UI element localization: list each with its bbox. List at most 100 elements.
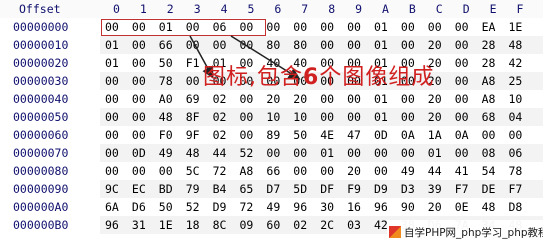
hex-byte[interactable]: 00	[105, 72, 119, 90]
hex-byte[interactable]: 00	[132, 108, 146, 126]
hex-byte[interactable]: 48	[509, 36, 523, 54]
hex-byte[interactable]: 28	[482, 54, 496, 72]
hex-byte[interactable]: 72	[213, 162, 227, 180]
hex-byte[interactable]: 00	[266, 144, 280, 162]
hex-byte[interactable]: 80	[266, 36, 280, 54]
hex-byte[interactable]: 96	[293, 198, 307, 216]
hex-byte[interactable]: 00	[455, 18, 469, 36]
hex-byte[interactable]: 20	[347, 162, 361, 180]
hex-byte[interactable]: 01	[374, 18, 388, 36]
hex-byte[interactable]: EA	[482, 18, 496, 36]
hex-byte[interactable]: 00	[132, 72, 146, 90]
hex-byte[interactable]: 48	[159, 108, 173, 126]
hex-byte[interactable]: 90	[401, 198, 415, 216]
hex-byte[interactable]: 10	[266, 108, 280, 126]
hex-byte[interactable]: DE	[482, 180, 496, 198]
hex-byte[interactable]: 49	[401, 162, 415, 180]
hex-byte[interactable]: 01	[374, 36, 388, 54]
hex-byte[interactable]: 00	[105, 126, 119, 144]
hex-byte[interactable]: D8	[509, 198, 523, 216]
hex-byte[interactable]: 00	[132, 54, 146, 72]
hex-byte[interactable]: 96	[374, 198, 388, 216]
hex-byte[interactable]: 01	[320, 144, 334, 162]
hex-byte[interactable]: 00	[293, 162, 307, 180]
hex-byte[interactable]: F9	[347, 180, 361, 198]
hex-byte[interactable]: D9	[374, 180, 388, 198]
hex-byte[interactable]: 00	[240, 126, 254, 144]
hex-byte[interactable]: 66	[159, 36, 173, 54]
hex-byte[interactable]: 8C	[213, 216, 227, 234]
hex-byte[interactable]: 72	[240, 198, 254, 216]
hex-byte[interactable]: 78	[509, 162, 523, 180]
hex-byte[interactable]: 41	[455, 162, 469, 180]
hex-byte[interactable]: 00	[320, 108, 334, 126]
hex-byte[interactable]: 0D	[132, 144, 146, 162]
hex-byte[interactable]: 0D	[374, 126, 388, 144]
hex-byte[interactable]: 00	[428, 18, 442, 36]
hex-byte[interactable]: 5C	[186, 162, 200, 180]
hex-byte[interactable]: 39	[428, 180, 442, 198]
hex-byte[interactable]: 00	[132, 126, 146, 144]
hex-byte[interactable]: 00	[240, 36, 254, 54]
hex-byte[interactable]: 65	[240, 180, 254, 198]
hex-byte[interactable]: 25	[509, 72, 523, 90]
hex-byte[interactable]: 04	[509, 108, 523, 126]
hex-byte[interactable]: 00	[509, 126, 523, 144]
hex-byte[interactable]: 28	[482, 36, 496, 54]
hex-byte[interactable]: 0E	[455, 198, 469, 216]
hex-byte[interactable]: B4	[213, 180, 227, 198]
hex-byte[interactable]: 60	[266, 216, 280, 234]
hex-byte[interactable]: 96	[105, 216, 119, 234]
hex-byte[interactable]: 1E	[159, 216, 173, 234]
hex-byte[interactable]: F1	[186, 54, 200, 72]
hex-byte[interactable]: 00	[132, 36, 146, 54]
hex-byte[interactable]: 69	[186, 90, 200, 108]
hex-byte[interactable]: 50	[159, 54, 173, 72]
hex-byte[interactable]: 00	[186, 36, 200, 54]
hex-byte[interactable]: 02	[293, 216, 307, 234]
hex-byte[interactable]: 66	[266, 162, 280, 180]
hex-byte[interactable]: 4E	[320, 126, 334, 144]
hex-byte[interactable]: 00	[293, 144, 307, 162]
hex-byte[interactable]: 00	[213, 36, 227, 54]
hex-byte[interactable]: 00	[132, 162, 146, 180]
hex-byte[interactable]: 06	[509, 144, 523, 162]
hex-byte[interactable]: 09	[240, 216, 254, 234]
hex-byte[interactable]: 0A	[401, 126, 415, 144]
hex-byte[interactable]: A8	[240, 162, 254, 180]
hex-byte[interactable]: 00	[401, 144, 415, 162]
hex-byte[interactable]: 01	[428, 144, 442, 162]
hex-byte[interactable]: 00	[401, 18, 415, 36]
hex-byte[interactable]: 00	[240, 108, 254, 126]
hex-byte[interactable]: 00	[347, 18, 361, 36]
hex-byte[interactable]: 00	[320, 162, 334, 180]
hex-byte[interactable]: F7	[455, 180, 469, 198]
hex-byte[interactable]: 49	[159, 144, 173, 162]
hex-byte[interactable]: D9	[213, 198, 227, 216]
hex-byte[interactable]: 00	[293, 18, 307, 36]
hex-byte[interactable]: 18	[186, 216, 200, 234]
hex-byte[interactable]: 42	[509, 54, 523, 72]
hex-byte[interactable]: 78	[159, 72, 173, 90]
hex-byte[interactable]: 00	[401, 36, 415, 54]
hex-byte[interactable]: 1E	[509, 18, 523, 36]
hex-byte[interactable]: 00	[374, 144, 388, 162]
hex-byte[interactable]: 9F	[186, 126, 200, 144]
hex-byte[interactable]: 31	[132, 216, 146, 234]
hex-byte[interactable]: 00	[266, 18, 280, 36]
hex-byte[interactable]: D6	[132, 198, 146, 216]
hex-byte[interactable]: 00	[105, 108, 119, 126]
hex-byte[interactable]: D3	[401, 180, 415, 198]
hex-byte[interactable]: 52	[186, 198, 200, 216]
hex-byte[interactable]: 48	[186, 144, 200, 162]
hex-byte[interactable]: 00	[374, 162, 388, 180]
hex-byte[interactable]: EC	[132, 180, 146, 198]
hex-byte[interactable]: 00	[105, 162, 119, 180]
hex-byte[interactable]: 79	[186, 180, 200, 198]
hex-byte[interactable]: A0	[159, 90, 173, 108]
hex-byte[interactable]: 00	[347, 108, 361, 126]
hex-byte[interactable]: 00	[455, 36, 469, 54]
hex-byte[interactable]: 54	[482, 162, 496, 180]
hex-byte[interactable]: 6A	[105, 198, 119, 216]
hex-byte[interactable]: F7	[509, 180, 523, 198]
